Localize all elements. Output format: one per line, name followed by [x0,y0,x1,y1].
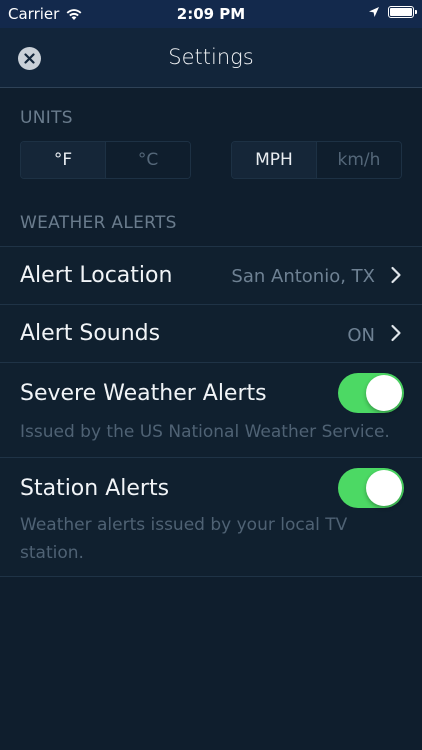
speed-unit-segment: MPH km/h [231,141,402,179]
segment-kmh[interactable]: km/h [316,142,401,178]
segment-celsius[interactable]: °C [105,142,190,178]
severe-weather-toggle[interactable] [338,373,404,413]
header: Settings [0,28,422,88]
alert-location-row[interactable]: Alert Location San Antonio, TX [0,246,422,304]
alert-location-label: Alert Location [20,263,173,288]
toggle-knob [366,470,402,506]
alert-sounds-label: Alert Sounds [20,321,161,346]
units-section-header: UNITS [20,108,73,128]
list-bottom-divider [0,576,422,577]
location-arrow-icon [369,7,379,17]
toggle-knob [366,375,402,411]
segment-mph[interactable]: MPH [232,142,316,178]
segment-fahrenheit[interactable]: °F [21,142,105,178]
alert-sounds-row[interactable]: Alert Sounds ON [0,304,422,362]
alert-location-value: San Antonio, TX [231,266,375,287]
status-time: 2:09 PM [176,5,246,23]
station-alerts-description: Weather alerts issued by your local TV s… [20,515,348,563]
severe-weather-alerts-row: Severe Weather Alerts Issued by the US N… [0,362,422,457]
station-alerts-label: Station Alerts [20,476,170,501]
chevron-right-icon [391,324,401,342]
temperature-unit-segment: °F °C [20,141,191,179]
status-bar: Carrier 2:09 PM [0,0,422,28]
chevron-right-icon [391,266,401,284]
page-title: Settings [168,45,254,69]
battery-icon [388,6,417,18]
station-alerts-toggle[interactable] [338,468,404,508]
battery-fill [390,8,412,16]
weather-alerts-section-header: WEATHER ALERTS [20,213,177,233]
station-alerts-row: Station Alerts Weather alerts issued by … [0,457,422,577]
severe-weather-description: Issued by the US National Weather Servic… [20,422,390,442]
severe-weather-alerts-label: Severe Weather Alerts [20,381,267,406]
status-right [368,6,417,18]
alert-sounds-value: ON [347,325,375,346]
